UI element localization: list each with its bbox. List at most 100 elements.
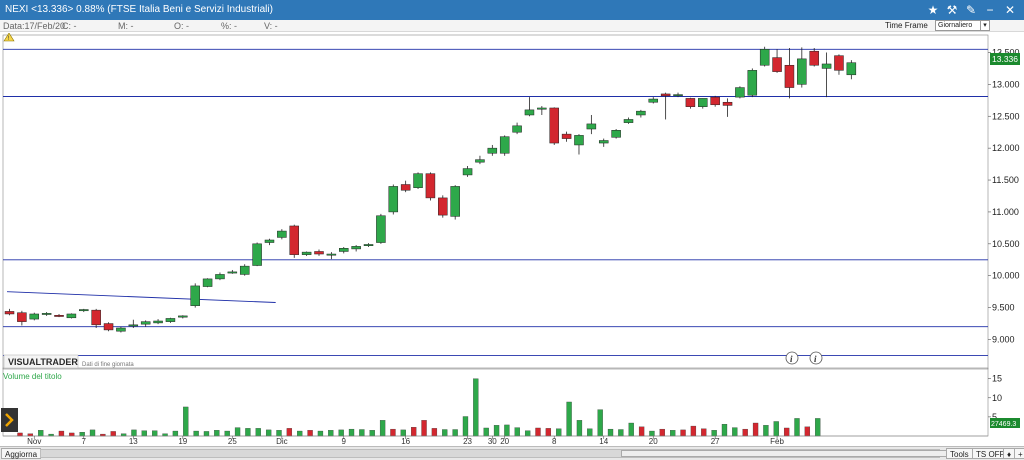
scrollbar-thumb[interactable]	[621, 450, 981, 457]
timeframe-select[interactable]: Giornaliero ▾	[935, 20, 990, 31]
add-icon[interactable]: +	[1014, 448, 1024, 459]
star-icon[interactable]: ★	[925, 2, 941, 18]
candle-body	[17, 312, 27, 322]
volume-bar	[680, 429, 686, 437]
candle	[425, 172, 436, 201]
candle	[314, 249, 324, 256]
candle	[698, 98, 708, 109]
volume-bar	[120, 433, 127, 437]
price-chart[interactable]: 9.000 9.500 10.000 10.500 11.000 11.500 12.000…	[0, 33, 1024, 445]
candle-body	[153, 320, 163, 324]
volume-bar	[421, 420, 427, 437]
candle	[227, 269, 238, 274]
candlestick-series	[4, 46, 857, 333]
scroll-left-button[interactable]	[1, 408, 18, 432]
volume-bar	[804, 426, 811, 437]
date-axis: Nov 7 13 19 25 Dic 9 16 23 30 20 8 14 20 27 Feb	[3, 435, 988, 445]
volume-bar	[483, 427, 489, 437]
candle-body	[660, 93, 671, 97]
candle-body	[376, 215, 386, 243]
volume-bar	[493, 425, 500, 437]
candle-body	[735, 87, 745, 98]
candle	[91, 308, 101, 329]
volume-value-tag: 27469.3	[990, 418, 1020, 428]
volume-bar	[131, 429, 137, 437]
date-tick-label: 13	[129, 437, 138, 445]
candle	[351, 245, 361, 252]
volume-bar	[110, 431, 116, 437]
volume-bar	[328, 430, 334, 437]
volume-bar	[276, 430, 282, 437]
volume-bar	[659, 428, 665, 437]
candle	[363, 243, 374, 248]
candle-body	[475, 159, 485, 163]
price-tick-label: 9.000	[992, 334, 1015, 344]
candle	[400, 180, 411, 193]
info-close: C: -	[62, 21, 77, 31]
chevron-down-icon[interactable]: ▾	[980, 21, 989, 30]
volume-bar	[390, 428, 396, 437]
candle-body	[438, 197, 448, 216]
candle-body	[747, 70, 758, 96]
volume-bar	[721, 423, 728, 437]
candle	[462, 166, 473, 177]
volume-bar	[504, 424, 510, 437]
candle-body	[351, 246, 361, 250]
candle	[549, 107, 559, 145]
date-tick-label: 20	[500, 437, 509, 445]
candle	[821, 52, 832, 98]
volume-bar	[690, 425, 697, 437]
wrench-icon[interactable]: ✎	[963, 2, 979, 18]
timeline-scrollbar[interactable]	[40, 449, 981, 458]
info-button-2[interactable]: i	[809, 351, 823, 365]
candle-body	[537, 107, 547, 110]
info-button-1[interactable]: i	[785, 351, 799, 365]
candle-body	[685, 98, 696, 107]
volume-bar	[162, 433, 168, 437]
date-tick-label: 19	[178, 437, 187, 445]
volume-bar	[815, 418, 821, 437]
window-title: NEXI <13.336> 0.88% (FTSE Italia Beni e …	[5, 4, 273, 15]
volume-bar	[172, 430, 179, 437]
volume-bar	[431, 428, 438, 437]
candle-body	[487, 147, 498, 154]
quote-info-bar: Data:17/Feb/20 C: - M: - O: - %: - V: -	[0, 20, 1024, 32]
alert-icon[interactable]: !	[3, 33, 15, 42]
refresh-button[interactable]: Aggiorna	[1, 448, 42, 459]
volume-bar	[638, 426, 645, 437]
candle	[252, 242, 262, 267]
chart-frame	[2, 34, 989, 437]
candle-body	[809, 50, 819, 66]
tools-button[interactable]: Tools	[946, 448, 973, 459]
candle-body	[425, 173, 436, 199]
candle-body	[277, 230, 287, 238]
close-icon[interactable]: ✕	[1002, 2, 1018, 18]
volume-bar	[400, 429, 406, 437]
trend-line[interactable]	[7, 291, 276, 303]
volume-bar	[317, 430, 324, 437]
date-tick-label: 27	[711, 437, 720, 445]
volume-bar	[245, 428, 251, 437]
price-tag: 13.336	[990, 53, 1020, 65]
volume-bar	[566, 401, 572, 437]
timeframe-value: Giornaliero	[938, 22, 973, 29]
volume-bar	[58, 430, 65, 437]
volume-bar	[359, 429, 365, 437]
minimize-icon[interactable]: −	[982, 2, 998, 18]
title-bar: NEXI <13.336> 0.88% (FTSE Italia Beni e …	[0, 0, 1024, 20]
candle-body	[586, 123, 597, 130]
volume-series	[17, 378, 821, 437]
hammer-icon[interactable]: ⚒	[944, 2, 960, 18]
volume-bar	[286, 428, 293, 437]
candle	[512, 122, 522, 135]
candle-body	[116, 327, 126, 332]
candle-body	[512, 125, 522, 133]
volume-bar	[607, 428, 614, 437]
support-resistance-lines[interactable]	[3, 48, 988, 356]
candle	[264, 238, 275, 246]
volume-bar	[773, 421, 779, 437]
candle-body	[598, 140, 609, 144]
candle	[598, 138, 609, 147]
volume-bar	[742, 428, 748, 437]
candle-body	[499, 136, 510, 154]
